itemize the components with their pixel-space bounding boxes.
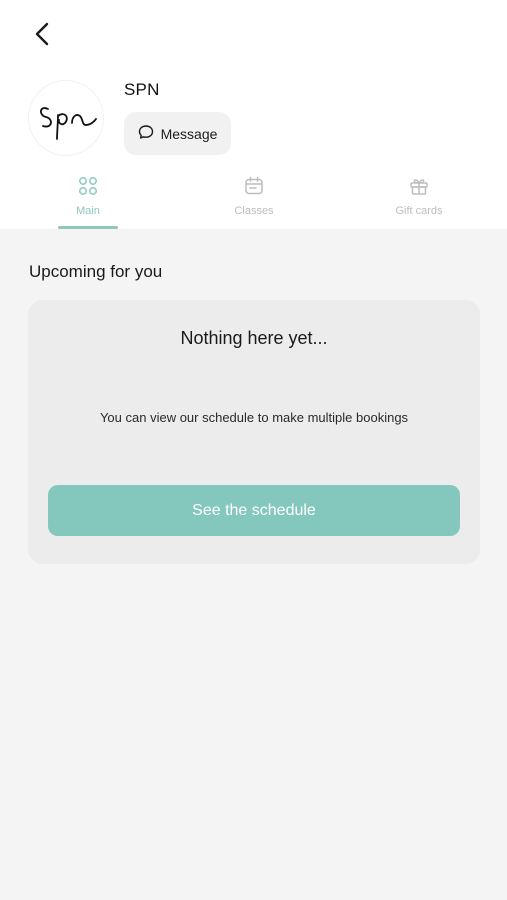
chevron-left-icon [33, 21, 51, 52]
empty-state-text: You can view our schedule to make multip… [99, 410, 409, 425]
tab-main[interactable]: Main [58, 176, 118, 229]
tab-main-label: Main [76, 205, 100, 217]
profile-header: SPN Message Main Classes Gift cards [0, 0, 507, 229]
grid-icon [78, 176, 98, 201]
chat-bubble-icon [138, 124, 154, 143]
see-schedule-button[interactable]: See the schedule [48, 485, 460, 536]
active-tab-indicator [58, 226, 118, 229]
studio-name: SPN [124, 80, 160, 99]
calendar-icon [244, 176, 264, 201]
tab-gift-cards-label: Gift cards [395, 205, 443, 217]
empty-state-title: Nothing here yet... [180, 328, 328, 348]
upcoming-empty-card: Nothing here yet... You can view our sch… [28, 300, 480, 564]
tab-gift-cards[interactable]: Gift cards [386, 176, 452, 229]
profile-tabs: Main Classes Gift cards [0, 176, 507, 229]
tab-classes-label: Classes [234, 205, 274, 217]
tab-classes[interactable]: Classes [222, 176, 286, 229]
avatar [28, 80, 104, 156]
gift-icon [409, 176, 429, 201]
section-title-upcoming: Upcoming for you [29, 262, 163, 281]
message-button[interactable]: Message [124, 112, 231, 155]
message-button-label: Message [160, 125, 218, 142]
studio-logo [40, 107, 97, 140]
back-button[interactable] [26, 20, 58, 52]
